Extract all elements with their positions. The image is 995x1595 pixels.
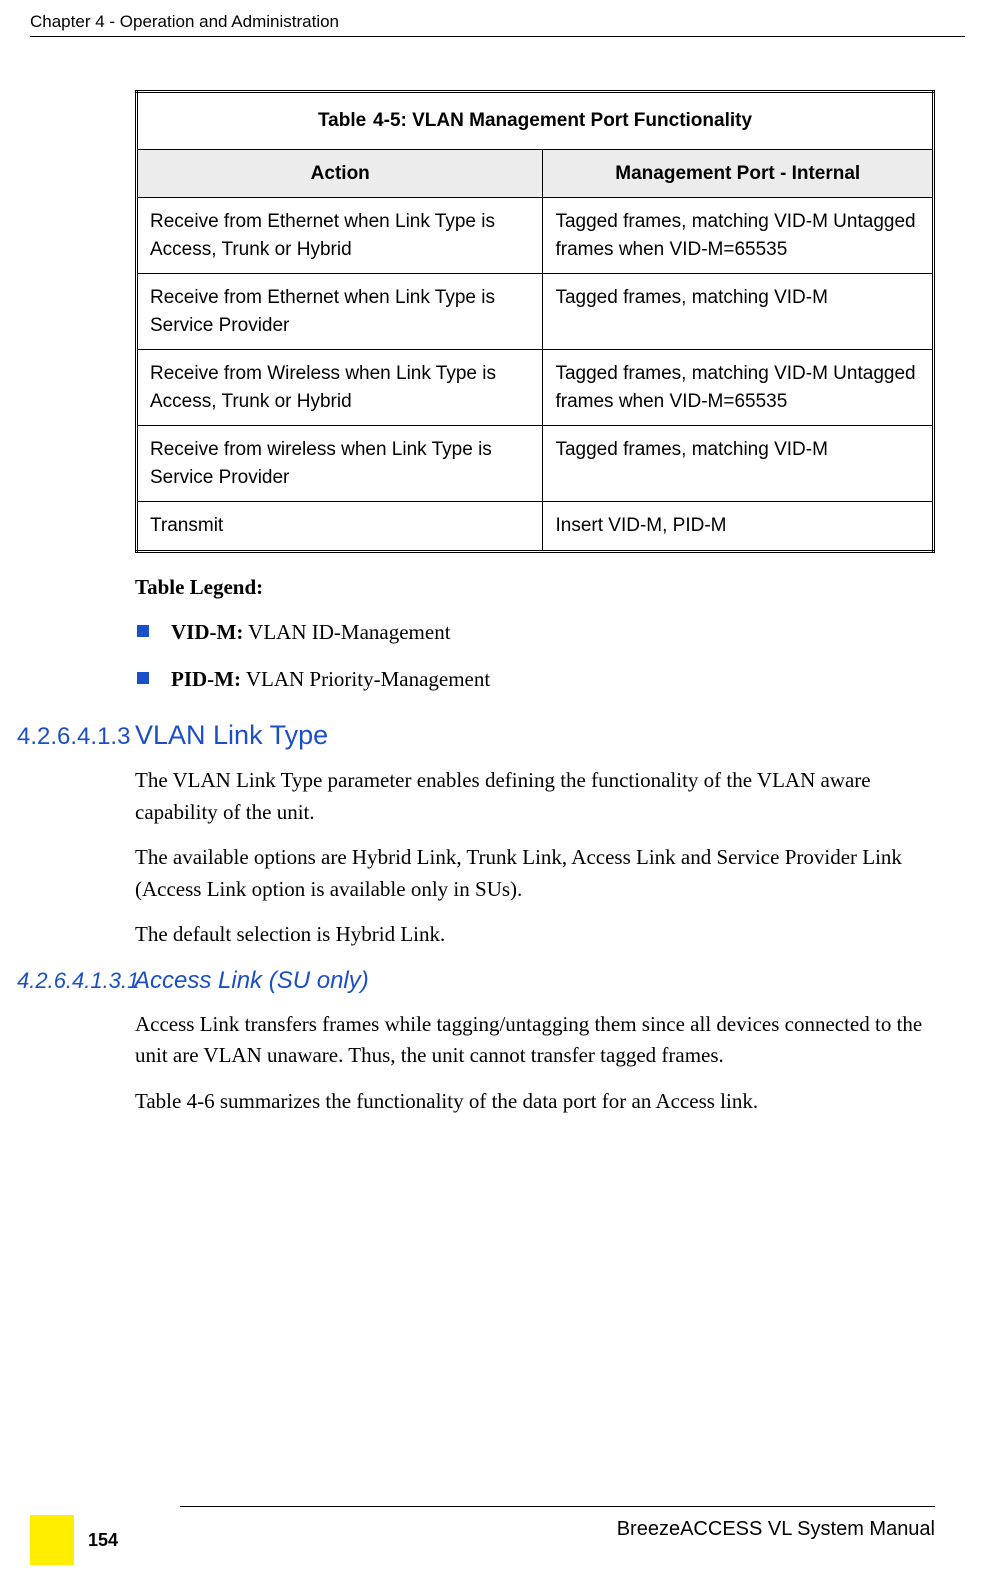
cell-mgmt: Insert VID-M, PID-M: [543, 502, 934, 552]
cell-mgmt: Tagged frames, matching VID-M Untagged f…: [543, 350, 934, 426]
body-paragraph: The default selection is Hybrid Link.: [135, 919, 935, 951]
page-number-wrap: 154: [30, 1515, 118, 1565]
body-paragraph: Access Link transfers frames while taggi…: [135, 1009, 935, 1072]
vlan-mgmt-table: Table 4-5: VLAN Management Port Function…: [135, 90, 935, 553]
body-paragraph: Table 4-6 summarizes the functionality o…: [135, 1086, 935, 1118]
cell-action: Receive from Wireless when Link Type is …: [137, 350, 543, 426]
legend-term: VID-M:: [171, 620, 243, 644]
body-paragraph: The available options are Hybrid Link, T…: [135, 842, 935, 905]
legend-text: PID-M: VLAN Priority-Management: [171, 667, 490, 692]
cell-mgmt: Tagged frames, matching VID-M Untagged f…: [543, 198, 934, 274]
legend-desc: VLAN Priority-Management: [241, 667, 490, 691]
section-heading: 4.2.6.4.1.3 VLAN Link Type: [17, 720, 935, 751]
section-number: 4.2.6.4.1.3: [17, 723, 135, 751]
section-title: VLAN Link Type: [135, 720, 328, 751]
table-header-action: Action: [137, 149, 543, 198]
subsection-heading: 4.2.6.4.1.3.1 Access Link (SU only): [17, 967, 935, 995]
table-title: Table 4-5: VLAN Management Port Function…: [137, 92, 934, 150]
header-rule: [30, 36, 965, 37]
cell-action: Receive from wireless when Link Type is …: [137, 426, 543, 502]
legend-desc: VLAN ID-Management: [243, 620, 450, 644]
table-header-mgmt: Management Port - Internal: [543, 149, 934, 198]
table-row: Receive from Wireless when Link Type is …: [137, 350, 934, 426]
legend-term: PID-M:: [171, 667, 241, 691]
legend-title: Table Legend:: [135, 575, 935, 600]
legend-item: PID-M: VLAN Priority-Management: [135, 667, 935, 692]
page-number: 154: [88, 1530, 118, 1551]
table-row: Receive from Ethernet when Link Type is …: [137, 198, 934, 274]
bullet-icon: [137, 672, 149, 684]
page-marker-icon: [30, 1515, 74, 1565]
table-row: Receive from Ethernet when Link Type is …: [137, 274, 934, 350]
page-content: Table 4-5: VLAN Management Port Function…: [135, 90, 935, 1131]
table-row: Transmit Insert VID-M, PID-M: [137, 502, 934, 552]
cell-mgmt: Tagged frames, matching VID-M: [543, 426, 934, 502]
bullet-icon: [137, 625, 149, 637]
legend-item: VID-M: VLAN ID-Management: [135, 620, 935, 645]
body-paragraph: The VLAN Link Type parameter enables def…: [135, 765, 935, 828]
footer-rule: [180, 1506, 935, 1507]
chapter-label: Chapter 4 - Operation and Administration: [30, 12, 339, 31]
manual-name: BreezeACCESS VL System Manual: [617, 1518, 935, 1541]
page-header: Chapter 4 - Operation and Administration: [30, 12, 965, 32]
cell-action: Receive from Ethernet when Link Type is …: [137, 198, 543, 274]
cell-action: Transmit: [137, 502, 543, 552]
page-footer: 154 BreezeACCESS VL System Manual: [30, 1506, 935, 1565]
table-row: Receive from wireless when Link Type is …: [137, 426, 934, 502]
subsection-title: Access Link (SU only): [134, 967, 369, 995]
cell-mgmt: Tagged frames, matching VID-M: [543, 274, 934, 350]
cell-action: Receive from Ethernet when Link Type is …: [137, 274, 543, 350]
legend-text: VID-M: VLAN ID-Management: [171, 620, 451, 645]
